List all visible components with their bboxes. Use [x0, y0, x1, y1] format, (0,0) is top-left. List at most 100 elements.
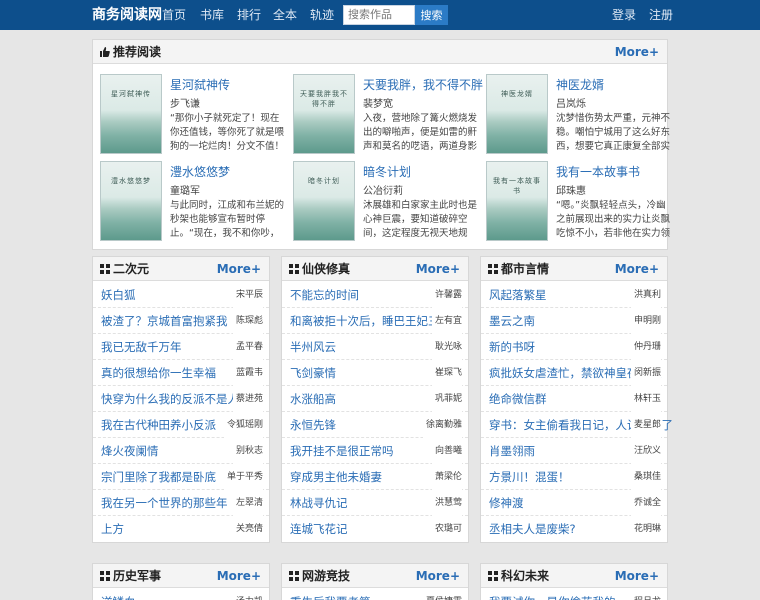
list-item[interactable]: 我在古代种田养小反派 令狐瑶刚: [93, 412, 269, 438]
book-cover[interactable]: 我有一本故事书: [486, 161, 548, 241]
list-item[interactable]: 妖白狐 宋平辰: [93, 282, 269, 308]
book-cover[interactable]: 暗冬计划: [293, 161, 355, 241]
book-title-link[interactable]: 修神渡: [489, 490, 524, 516]
book-title-link[interactable]: 上方: [101, 516, 124, 542]
book-title-link[interactable]: 绝命微信群: [489, 386, 547, 412]
book-cover[interactable]: 星河弑神传: [100, 74, 162, 154]
list-item[interactable]: 肖墨翎雨 汪欣义: [481, 438, 667, 464]
list-item[interactable]: 连城飞花记 农璐可: [282, 516, 468, 542]
book-cover[interactable]: 澧水悠悠梦: [100, 161, 162, 241]
list-item[interactable]: 不能忘的时间 许馨露: [282, 282, 468, 308]
list-item[interactable]: 我开挂不是很正常吗 向善曦: [282, 438, 468, 464]
book-card[interactable]: 澧水悠悠梦 澧水悠悠梦 童璐军 与此同时，江成和布兰妮的秒架也能够宣布暂时停止。…: [100, 161, 290, 243]
register-link[interactable]: 注册: [649, 0, 673, 30]
list-item[interactable]: 永恒先锋 徐离勤雅: [282, 412, 468, 438]
book-title[interactable]: 星河弑神传: [170, 76, 230, 93]
book-card[interactable]: 星河弑神传 星河弑神传 步飞谦 “那你小子就死定了！现在你还值钱，等你死了就是喂…: [100, 74, 290, 156]
book-title-link[interactable]: 连城飞花记: [290, 516, 348, 542]
list-item[interactable]: 穿书：女主偷看我日记，人设全崩了 麦星郎: [481, 412, 673, 438]
list-item[interactable]: 绝命微信群 林轩玉: [481, 386, 667, 412]
list-item[interactable]: 宗门里除了我都是卧底 单于平秀: [93, 464, 269, 490]
book-title-link[interactable]: 新的书呀: [489, 334, 535, 360]
book-title-link[interactable]: 不能忘的时间: [290, 282, 359, 308]
book-title-link[interactable]: 宗门里除了我都是卧底: [101, 464, 216, 490]
list-item[interactable]: 穿成男主他未婚妻 萧梁伦: [282, 464, 468, 490]
book-title-link[interactable]: 永恒先锋: [290, 412, 336, 438]
list-item[interactable]: 我已无敌千万年 孟平春: [93, 334, 269, 360]
book-title-link[interactable]: 半州风云: [290, 334, 336, 360]
list-item[interactable]: 烽火夜阑情 别秋志: [93, 438, 269, 464]
search-input[interactable]: 搜索作品: [343, 5, 415, 25]
nav-history[interactable]: 轨迹: [310, 0, 334, 30]
list-item[interactable]: 重生后我要考第一 夏侯婕霞: [282, 589, 468, 600]
book-title-link[interactable]: 快穿为什么我的反派不是人: [101, 386, 239, 412]
book-title-link[interactable]: 我已无敌千万年: [101, 334, 182, 360]
list-item[interactable]: 和离被拒十次后，睡巴王妃三胎了 左有宜: [282, 308, 468, 334]
more-link[interactable]: More+: [615, 564, 659, 588]
book-title-link[interactable]: 妖白狐: [101, 282, 136, 308]
list-item[interactable]: 快穿为什么我的反派不是人 蔡进苑: [93, 386, 269, 412]
list-item[interactable]: 逆鳞血 汤力凯: [93, 589, 269, 600]
book-title-link[interactable]: 肖墨翎雨: [489, 438, 535, 464]
nav-ranking[interactable]: 排行: [237, 0, 261, 30]
book-title-link[interactable]: 烽火夜阑情: [101, 438, 159, 464]
nav-library[interactable]: 书库: [200, 0, 224, 30]
list-item[interactable]: 被渣了？京城首富抱紧我 陈琛彪: [93, 308, 269, 334]
more-link[interactable]: More+: [416, 564, 460, 588]
list-item[interactable]: 新的书呀 仲丹珊: [481, 334, 667, 360]
more-link[interactable]: More+: [615, 257, 659, 281]
book-title-link[interactable]: 林战寻仇记: [290, 490, 348, 516]
book-title-link[interactable]: 我在古代种田养小反派: [101, 412, 216, 438]
book-title-link[interactable]: 飞剑豪情: [290, 360, 336, 386]
book-card[interactable]: 神医龙婿 神医龙婿 吕岚烁 沈梦惜伤势太严重，元神不稳。嘲怕宁城用了这么好东西，…: [486, 74, 676, 156]
list-item[interactable]: 林战寻仇记 洪慧莺: [282, 490, 468, 516]
book-title-link[interactable]: 方景川！混蛋！: [489, 464, 570, 490]
list-item[interactable]: 真的很想给你一生幸福 蓝霞韦: [93, 360, 269, 386]
book-title-link[interactable]: 逆鳞血: [101, 589, 136, 600]
list-item[interactable]: 我要试你，是你偷花我的 程月龙: [481, 589, 667, 600]
book-title-link[interactable]: 风起落繁星: [489, 282, 547, 308]
list-item[interactable]: 疯批妖女虐渣忙，禁欲神皇夜夜追 闵新振: [481, 360, 667, 386]
more-link[interactable]: More+: [217, 564, 261, 588]
book-title-link[interactable]: 我开挂不是很正常吗: [290, 438, 394, 464]
book-card[interactable]: 天要我胖我不得不胖 天要我胖，我不得不胖 裴梦宽 入夜，营地除了篝火燃烧发出的噼…: [293, 74, 483, 156]
book-title[interactable]: 暗冬计划: [363, 163, 411, 180]
list-item[interactable]: 修神渡 乔诚全: [481, 490, 667, 516]
book-title-link[interactable]: 穿成男主他未婚妻: [290, 464, 382, 490]
list-item[interactable]: 丞相夫人是废柴? 花明琳: [481, 516, 667, 542]
book-title-link[interactable]: 我在另一个世界的那些年: [101, 490, 228, 516]
book-title[interactable]: 澧水悠悠梦: [170, 163, 230, 180]
login-link[interactable]: 登录: [612, 0, 636, 30]
list-item[interactable]: 我在另一个世界的那些年 左翠清: [93, 490, 269, 516]
more-link[interactable]: More+: [217, 257, 261, 281]
book-title-link[interactable]: 真的很想给你一生幸福: [101, 360, 216, 386]
book-title-link[interactable]: 被渣了？京城首富抱紧我: [101, 308, 228, 334]
book-title-link[interactable]: 墨云之南: [489, 308, 535, 334]
book-title-link[interactable]: 丞相夫人是废柴?: [489, 516, 576, 542]
grid-icon: [289, 264, 299, 274]
book-card[interactable]: 我有一本故事书 我有一本故事书 邱珠惠 “嗯。”炎飘轻轻点头，冷幽之前展现出来的…: [486, 161, 676, 243]
book-title-link[interactable]: 我要试你，是你偷花我的: [489, 589, 616, 600]
book-title[interactable]: 神医龙婿: [556, 76, 604, 93]
nav-home[interactable]: 首页: [162, 0, 186, 30]
more-link[interactable]: More+: [416, 257, 460, 281]
list-item[interactable]: 墨云之南 申明刚: [481, 308, 667, 334]
site-logo[interactable]: 商务阅读网: [92, 0, 162, 30]
search-button[interactable]: 搜索: [415, 5, 448, 25]
list-item[interactable]: 上方 关亮倩: [93, 516, 269, 542]
book-title[interactable]: 我有一本故事书: [556, 163, 640, 180]
list-item[interactable]: 方景川！混蛋！ 桑琪佳: [481, 464, 667, 490]
more-link[interactable]: More+: [615, 40, 659, 64]
nav-complete[interactable]: 全本: [273, 0, 297, 30]
list-item[interactable]: 风起落繁星 洪真利: [481, 282, 667, 308]
book-cover[interactable]: 天要我胖我不得不胖: [293, 74, 355, 154]
book-title-link[interactable]: 重生后我要考第一: [290, 589, 382, 600]
book-title-link[interactable]: 水涨船高: [290, 386, 336, 412]
book-title[interactable]: 天要我胖，我不得不胖: [363, 76, 483, 93]
category-panel-scifi: 科幻未来 More+ 我要试你，是你偷花我的 程月龙: [480, 563, 668, 600]
list-item[interactable]: 水涨船高 巩菲妮: [282, 386, 468, 412]
list-item[interactable]: 半州风云 耿光咏: [282, 334, 468, 360]
book-card[interactable]: 暗冬计划 暗冬计划 公冶衍莉 沐展雄和白家家主此时也是心神巨震，要知道破碎空间，…: [293, 161, 483, 243]
book-cover[interactable]: 神医龙婿: [486, 74, 548, 154]
list-item[interactable]: 飞剑豪情 崔琛飞: [282, 360, 468, 386]
